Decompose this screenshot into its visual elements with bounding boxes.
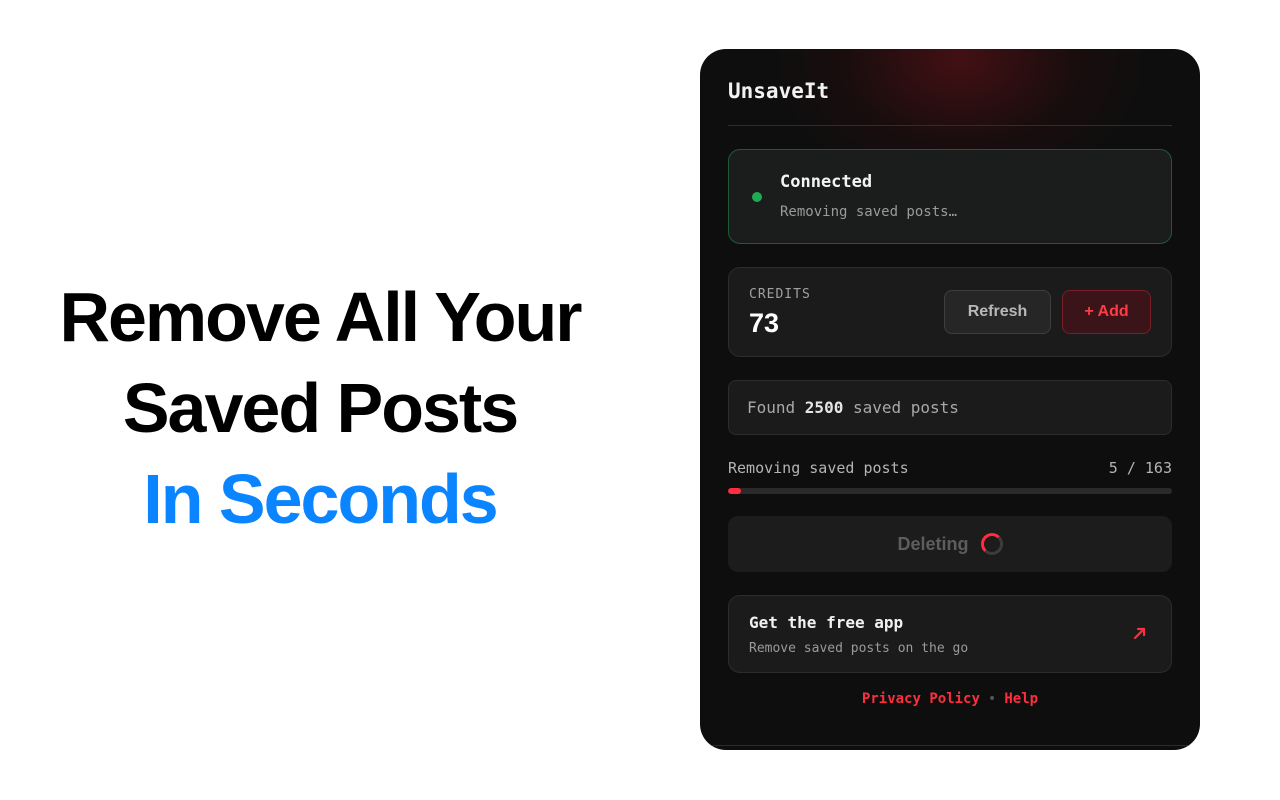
found-posts-text: Found 2500 saved posts — [747, 398, 959, 417]
found-count: 2500 — [804, 398, 844, 417]
hero-headline: Remove All Your Saved Posts In Seconds — [0, 272, 640, 545]
title-divider — [728, 125, 1172, 126]
status-title: Connected — [780, 172, 873, 192]
refresh-button[interactable]: Refresh — [944, 290, 1051, 334]
hero-line-2: Saved Posts — [122, 369, 519, 447]
progress-bar-fill — [728, 488, 742, 494]
credits-card: CREDITS 73 Refresh + Add — [728, 267, 1172, 357]
footer-links: Privacy Policy • Help — [700, 691, 1200, 707]
credits-value: 73 — [749, 308, 780, 338]
get-app-title: Get the free app — [749, 613, 904, 632]
found-suffix: saved posts — [843, 398, 959, 417]
hero-line-1: Remove All Your — [59, 278, 582, 356]
footer-separator: • — [987, 691, 997, 707]
add-credits-button[interactable]: + Add — [1062, 290, 1151, 334]
get-app-subtitle: Remove saved posts on the go — [749, 641, 969, 656]
app-title: UnsaveIt — [728, 79, 830, 103]
bottom-divider — [700, 745, 1200, 746]
deleting-label: Deleting — [897, 533, 969, 554]
spinner-icon — [980, 533, 1003, 555]
connection-status-card: Connected Removing saved posts… — [728, 149, 1172, 244]
found-posts-card: Found 2500 saved posts — [728, 380, 1172, 435]
found-prefix: Found — [747, 398, 805, 417]
get-app-card[interactable]: Get the free app Remove saved posts on t… — [728, 595, 1172, 673]
progress-count: 5 / 163 — [1108, 459, 1172, 477]
progress-bar — [728, 488, 1172, 494]
credits-label: CREDITS — [749, 287, 811, 302]
external-arrow-icon — [1133, 627, 1146, 640]
extension-popup: UnsaveIt Connected Removing saved posts…… — [700, 49, 1200, 750]
progress-label: Removing saved posts — [728, 459, 909, 477]
hero-line-3: In Seconds — [143, 460, 498, 538]
deleting-button[interactable]: Deleting — [728, 516, 1172, 572]
help-link[interactable]: Help — [1004, 691, 1038, 707]
privacy-policy-link[interactable]: Privacy Policy — [862, 691, 980, 707]
status-subtitle: Removing saved posts… — [780, 204, 958, 220]
status-dot-icon — [752, 192, 762, 202]
